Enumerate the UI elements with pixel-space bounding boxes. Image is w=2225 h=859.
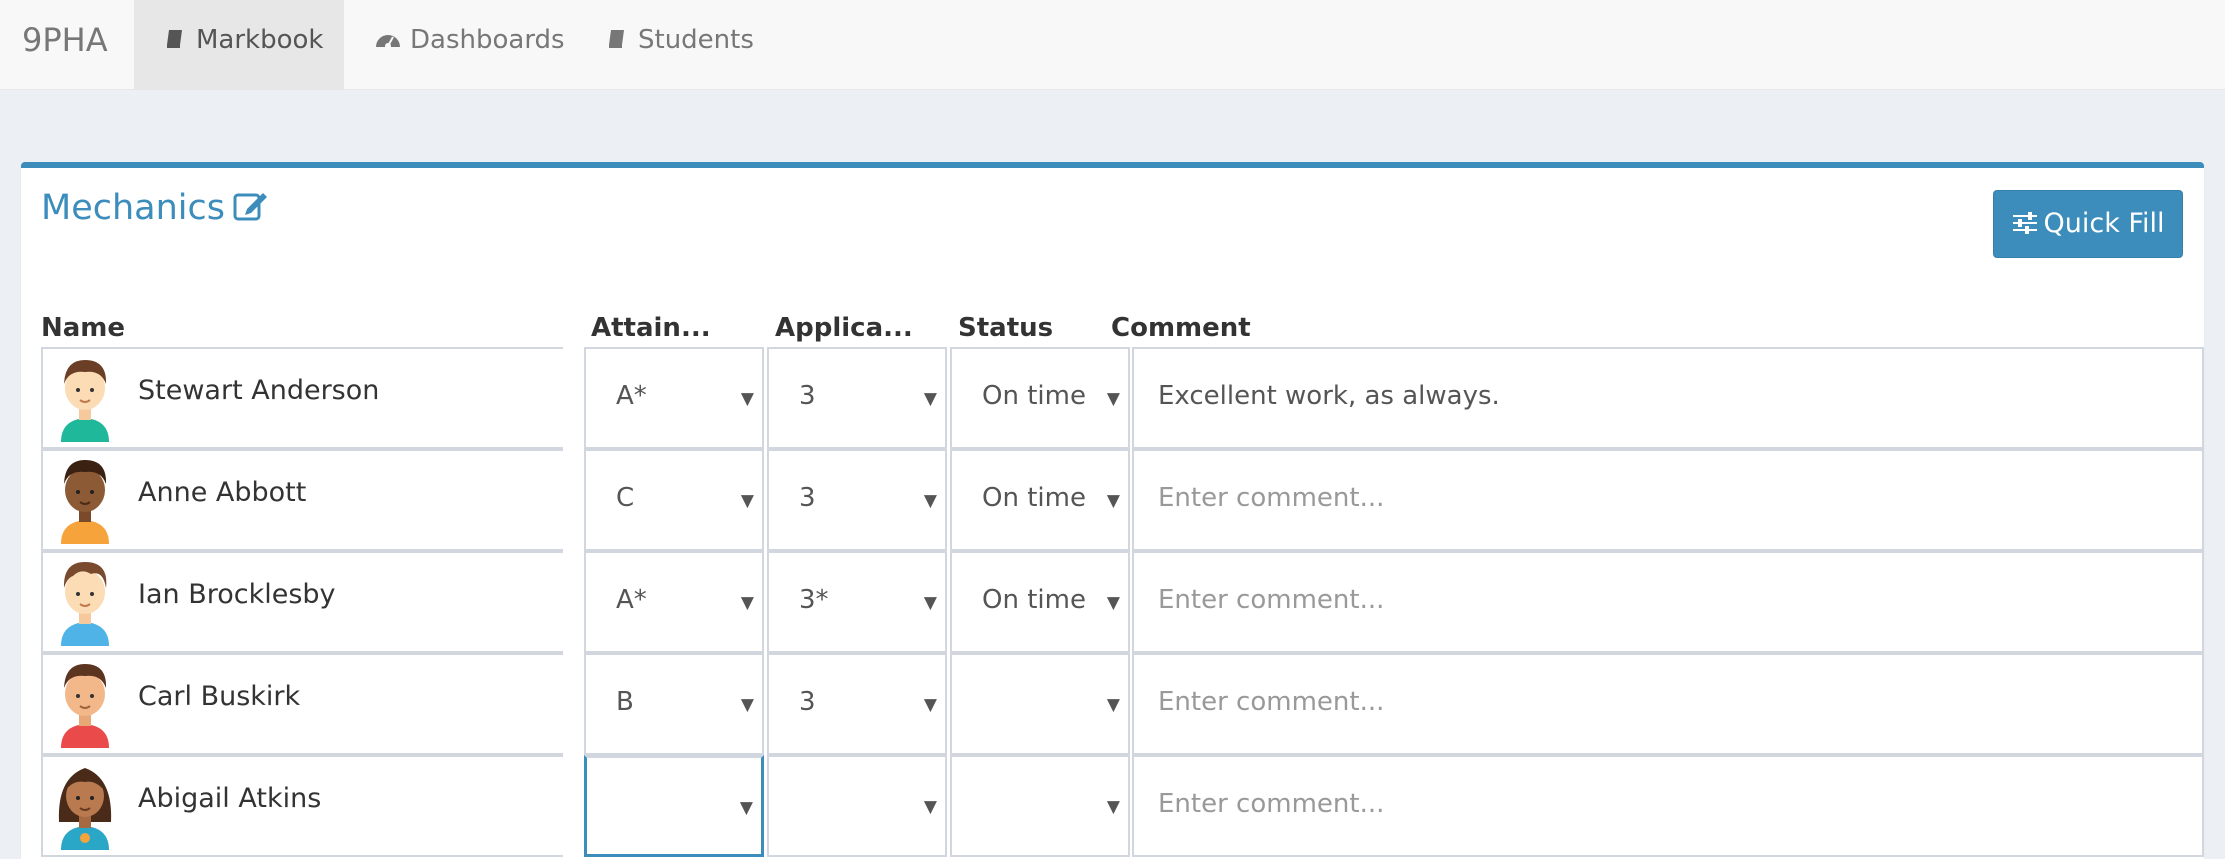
student-name-cell: Carl Buskirk <box>41 653 563 755</box>
dashboard-gauge-icon <box>376 35 400 49</box>
student-name-cell: Ian Brocklesby <box>41 551 563 653</box>
student-name[interactable]: Carl Buskirk <box>138 681 300 712</box>
status-select[interactable]: ▼ <box>950 653 1130 755</box>
caret-down-icon: ▼ <box>1106 491 1120 511</box>
caret-down-icon: ▼ <box>740 389 754 409</box>
comment-input[interactable]: Enter comment... <box>1132 653 2204 755</box>
student-name[interactable]: Stewart Anderson <box>138 375 379 406</box>
nav-markbook[interactable]: Markbook <box>134 0 344 90</box>
student-name-cell: Stewart Anderson <box>41 347 563 449</box>
nav-students-label: Students <box>638 25 754 55</box>
brand-class-code[interactable]: 9PHA <box>22 0 108 90</box>
attainment-select[interactable]: A* ▼ <box>584 551 764 653</box>
column-header-comment[interactable]: Comment <box>1111 313 1251 343</box>
comment-input[interactable]: Excellent work, as always. <box>1132 347 2204 449</box>
caret-down-icon: ▼ <box>1106 593 1120 613</box>
boy-orange-shirt-avatar <box>61 460 109 544</box>
caret-down-icon: ▼ <box>740 593 754 613</box>
status-value: On time <box>982 483 1086 513</box>
sliders-icon <box>2012 212 2037 234</box>
caret-down-icon: ▼ <box>1106 695 1120 715</box>
nav-dashboards[interactable]: Dashboards <box>344 0 574 90</box>
application-select[interactable]: 3* ▼ <box>767 551 947 653</box>
boy-red-shirt-avatar <box>61 664 109 748</box>
comment-placeholder: Enter comment... <box>1158 789 1385 819</box>
application-value: 3* <box>799 585 829 615</box>
attainment-select[interactable]: B ▼ <box>584 653 764 755</box>
status-value: On time <box>982 381 1086 411</box>
student-row: Anne Abbott C ▼ 3 ▼ On time ▼ Enter comment… <box>41 449 2204 551</box>
edit-icon[interactable] <box>233 189 269 221</box>
book-icon <box>609 30 624 48</box>
comment-placeholder: Enter comment... <box>1158 687 1385 717</box>
caret-down-icon: ▼ <box>740 695 754 715</box>
attainment-select[interactable]: ▼ <box>584 755 764 857</box>
student-name[interactable]: Ian Brocklesby <box>138 579 336 610</box>
comment-input[interactable]: Enter comment... <box>1132 551 2204 653</box>
nav-dashboards-label: Dashboards <box>410 25 565 55</box>
status-select[interactable]: ▼ <box>950 755 1130 857</box>
caret-down-icon: ▼ <box>923 593 937 613</box>
assessment-title[interactable]: Mechanics <box>41 188 269 228</box>
top-navbar: 9PHA Markbook Dashboards Students <box>0 0 2225 90</box>
attainment-value: A* <box>616 381 647 411</box>
student-name[interactable]: Anne Abbott <box>138 477 306 508</box>
attainment-value: C <box>616 483 635 513</box>
status-select[interactable]: On time ▼ <box>950 449 1130 551</box>
application-select[interactable]: 3 ▼ <box>767 449 947 551</box>
column-header-attainment[interactable]: Attain... <box>591 313 711 343</box>
comment-input[interactable]: Enter comment... <box>1132 755 2204 857</box>
student-row: Abigail Atkins ▼ ▼ ▼ Enter comment... <box>41 755 2204 857</box>
nav-markbook-label: Markbook <box>196 25 324 55</box>
application-select[interactable]: 3 ▼ <box>767 653 947 755</box>
student-row: Ian Brocklesby A* ▼ 3* ▼ On time ▼ Enter co… <box>41 551 2204 653</box>
status-select[interactable]: On time ▼ <box>950 347 1130 449</box>
quick-fill-label: Quick Fill <box>2043 208 2165 239</box>
comment-placeholder: Enter comment... <box>1158 585 1385 615</box>
assessment-title-text: Mechanics <box>41 188 225 228</box>
attainment-value: B <box>616 687 634 717</box>
status-value: On time <box>982 585 1086 615</box>
student-name[interactable]: Abigail Atkins <box>138 783 321 814</box>
application-value: 3 <box>799 381 816 411</box>
caret-down-icon: ▼ <box>923 491 937 511</box>
application-select[interactable]: ▼ <box>767 755 947 857</box>
markbook-panel: Mechanics Quick Fill Name Attain... Appl… <box>21 162 2204 859</box>
caret-down-icon: ▼ <box>740 491 754 511</box>
caret-down-icon: ▼ <box>1106 797 1120 817</box>
column-header-status[interactable]: Status <box>958 313 1053 343</box>
caret-down-icon: ▼ <box>923 797 937 817</box>
caret-down-icon: ▼ <box>739 798 753 818</box>
attainment-value: A* <box>616 585 647 615</box>
column-header-application[interactable]: Applica... <box>775 313 913 343</box>
column-header-name[interactable]: Name <box>41 313 125 343</box>
quick-fill-button[interactable]: Quick Fill <box>1993 190 2183 258</box>
application-value: 3 <box>799 483 816 513</box>
nav-students[interactable]: Students <box>574 0 774 90</box>
student-name-cell: Abigail Atkins <box>41 755 563 857</box>
caret-down-icon: ▼ <box>1106 389 1120 409</box>
caret-down-icon: ▼ <box>923 695 937 715</box>
student-name-cell: Anne Abbott <box>41 449 563 551</box>
attainment-select[interactable]: C ▼ <box>584 449 764 551</box>
boy-blue-shirt-avatar <box>61 562 109 646</box>
comment-value: Excellent work, as always. <box>1158 381 1500 411</box>
comment-placeholder: Enter comment... <box>1158 483 1385 513</box>
status-select[interactable]: On time ▼ <box>950 551 1130 653</box>
application-select[interactable]: 3 ▼ <box>767 347 947 449</box>
attainment-select[interactable]: A* ▼ <box>584 347 764 449</box>
application-value: 3 <box>799 687 816 717</box>
student-row: Carl Buskirk B ▼ 3 ▼ ▼ Enter comment... <box>41 653 2204 755</box>
caret-down-icon: ▼ <box>923 389 937 409</box>
student-row: Stewart Anderson A* ▼ 3 ▼ On time ▼ Excelle… <box>41 347 2204 449</box>
girl-blue-shirt-avatar <box>58 768 112 850</box>
comment-input[interactable]: Enter comment... <box>1132 449 2204 551</box>
book-icon <box>167 30 182 48</box>
boy-teal-shirt-avatar <box>61 360 109 442</box>
